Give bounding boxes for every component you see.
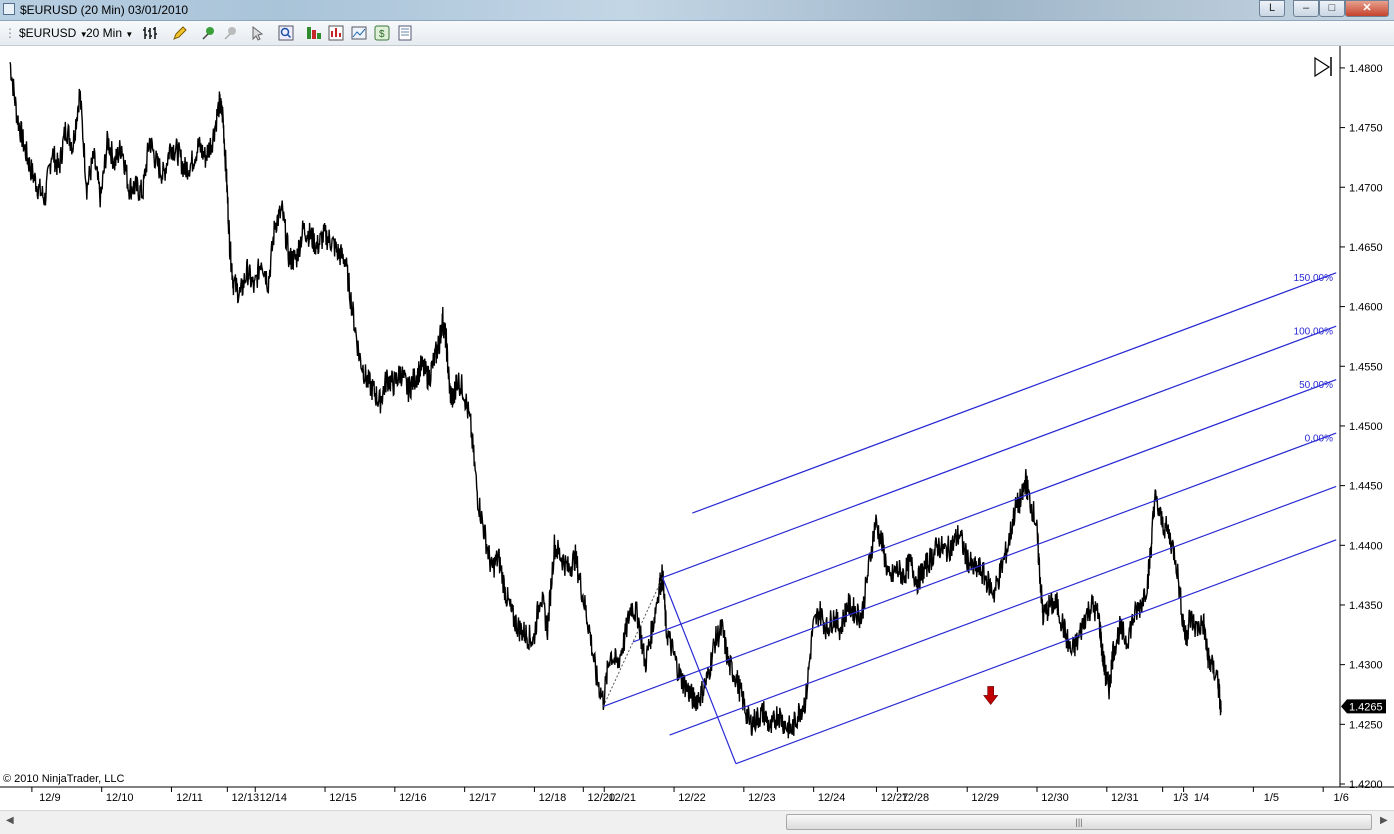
- x-tick-label: 1/3: [1173, 792, 1188, 804]
- x-tick-label: 12/9: [39, 792, 60, 804]
- scroll-to-end-icon[interactable]: [1314, 56, 1331, 78]
- y-tick-label: 1.4200: [1349, 779, 1383, 791]
- close-button[interactable]: ✕: [1345, 0, 1389, 17]
- interval-label: 20 Min: [86, 26, 123, 40]
- y-tick-label: 1.4800: [1349, 63, 1383, 75]
- y-tick-label: 1.4600: [1349, 302, 1383, 314]
- pitchfork-level-line: [632, 379, 1337, 643]
- pin-icon[interactable]: [200, 25, 216, 41]
- copyright-label: © 2010 NinjaTrader, LLC: [3, 773, 124, 785]
- instrument-label: $EURUSD: [19, 26, 77, 40]
- data-box-icon[interactable]: [397, 25, 413, 41]
- y-tick-label: 1.4650: [1349, 242, 1383, 254]
- y-tick-label: 1.4500: [1349, 421, 1383, 433]
- window-title: $EURUSD (20 Min) 03/01/2010: [20, 3, 189, 17]
- pitchfork-level-label: 50.00%: [1299, 380, 1333, 391]
- window-title-bar: $EURUSD (20 Min) 03/01/2010 L – □ ✕: [0, 0, 1394, 21]
- toolbar-grip: ⋮: [4, 26, 16, 40]
- dollar-icon[interactable]: $: [374, 25, 390, 41]
- y-tick-label: 1.4750: [1349, 123, 1383, 135]
- y-tick-label: 1.4300: [1349, 660, 1383, 672]
- instrument-selector[interactable]: $EURUSD ▼: [19, 24, 88, 42]
- x-tick-label: 12/18: [539, 792, 567, 804]
- pitchfork-level-line: [603, 432, 1337, 707]
- x-tick-label: 12/16: [399, 792, 427, 804]
- strategies-icon[interactable]: [328, 25, 344, 41]
- x-tick-label: 12/21: [608, 792, 636, 804]
- scroll-left-icon[interactable]: ◀: [6, 815, 14, 826]
- zoom-icon[interactable]: [278, 25, 294, 41]
- minimize-button[interactable]: –: [1293, 0, 1319, 17]
- pitchfork-level-label: 150.00%: [1294, 273, 1334, 284]
- x-tick-label: 12/30: [1041, 792, 1069, 804]
- x-tick-label: 12/22: [678, 792, 706, 804]
- x-tick-label: 12/13: [232, 792, 260, 804]
- chart-properties-icon[interactable]: [351, 25, 367, 41]
- x-tick-label: 1/6: [1334, 792, 1349, 804]
- y-tick-label: 1.4350: [1349, 600, 1383, 612]
- maximize-button[interactable]: □: [1319, 0, 1345, 17]
- pitchfork-level-line: [662, 325, 1337, 579]
- pitchfork-level-line: [669, 485, 1337, 736]
- current-price-label: 1.4265: [1349, 701, 1383, 713]
- y-tick-label: 1.4400: [1349, 540, 1383, 552]
- price-chart[interactable]: 1.4800 1.4750 1.4700 1.4650 1.4600 1.4550 1.45…: [0, 46, 1394, 810]
- x-tick-label: 1/4: [1194, 792, 1209, 804]
- x-tick-label: 12/15: [329, 792, 357, 804]
- pitchfork-level-line: [735, 539, 1337, 765]
- x-tick-label: 12/23: [748, 792, 776, 804]
- interval-selector[interactable]: 20 Min ▼: [86, 24, 133, 42]
- scrollbar-thumb[interactable]: |||: [786, 814, 1372, 830]
- x-tick-label: 12/17: [469, 792, 497, 804]
- chart-toolbar: ⋮ $EURUSD ▼ 20 Min ▼ $: [0, 21, 1394, 46]
- pin-disabled-icon[interactable]: [222, 25, 238, 41]
- cursor-icon[interactable]: [250, 25, 266, 41]
- x-tick-label: 12/24: [818, 792, 846, 804]
- price-chart-panel[interactable]: 1.4800 1.4750 1.4700 1.4650 1.4600 1.4550 1.45…: [0, 46, 1394, 810]
- pitchfork-level-label: 100.00%: [1294, 327, 1334, 338]
- x-tick-label: 12/11: [176, 792, 203, 804]
- x-tick-label: 12/29: [971, 792, 999, 804]
- indicators-icon[interactable]: [306, 25, 322, 41]
- pitchfork-level-label: 0.00%: [1305, 433, 1333, 444]
- svg-text:$: $: [379, 29, 385, 40]
- x-tick-label: 12/10: [106, 792, 134, 804]
- chevron-down-icon: ▼: [125, 30, 134, 39]
- y-tick-label: 1.4550: [1349, 361, 1383, 373]
- x-tick-label: 1/5: [1264, 792, 1279, 804]
- x-tick-label: 12/14: [259, 792, 287, 804]
- y-tick-label: 1.4700: [1349, 182, 1383, 194]
- y-tick-label: 1.4250: [1349, 719, 1383, 731]
- bar-type-icon[interactable]: [142, 25, 158, 41]
- horizontal-scrollbar[interactable]: ◀ ||| ▶: [0, 810, 1394, 834]
- layout-button[interactable]: L: [1259, 0, 1285, 17]
- y-tick-label: 1.4450: [1349, 481, 1383, 493]
- x-tick-label: 12/28: [902, 792, 930, 804]
- scroll-right-icon[interactable]: ▶: [1380, 815, 1388, 826]
- pitchfork-level-line: [692, 272, 1337, 514]
- down-arrow-icon[interactable]: [983, 686, 999, 705]
- pencil-draw-icon[interactable]: [172, 25, 188, 41]
- x-tick-label: 12/31: [1111, 792, 1139, 804]
- price-series-line: [9, 62, 1222, 739]
- app-icon: [3, 3, 15, 15]
